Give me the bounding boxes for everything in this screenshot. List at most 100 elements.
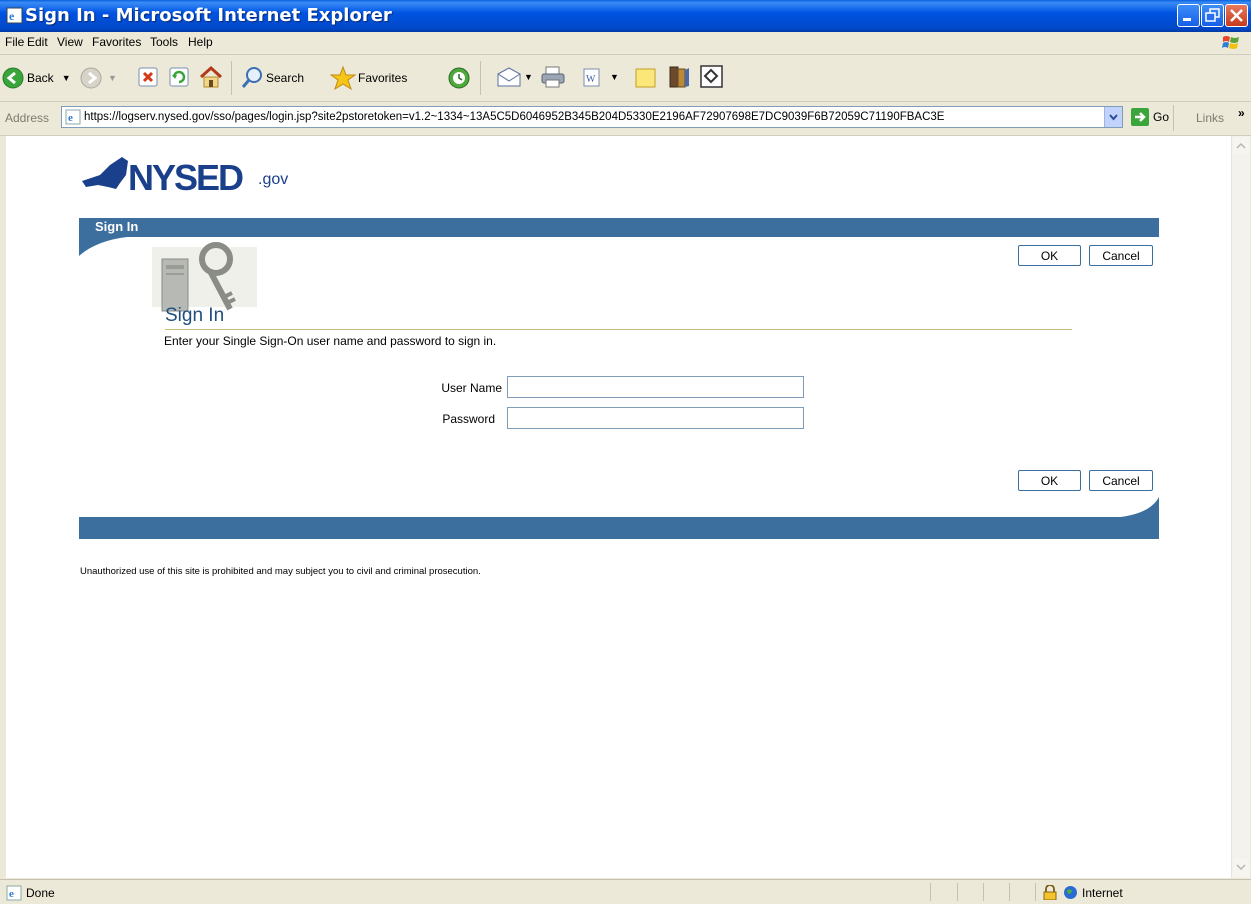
- title-bar: e Sign In - Microsoft Internet Explorer: [0, 0, 1251, 32]
- svg-text:e: e: [68, 112, 73, 124]
- edit-button[interactable]: W ▼: [580, 66, 619, 88]
- svg-text:W: W: [586, 74, 596, 85]
- chevron-down-icon: [1236, 864, 1246, 871]
- band-title: Sign In: [95, 219, 139, 234]
- mail-dropdown-icon[interactable]: ▼: [524, 72, 533, 82]
- favorites-label: Favorites: [358, 71, 408, 85]
- menu-help[interactable]: Help: [188, 35, 213, 49]
- discuss-note-icon[interactable]: [634, 66, 658, 90]
- toolbar-separator: [480, 61, 481, 95]
- back-arrow-icon: [2, 67, 24, 89]
- username-label: User Name: [441, 381, 502, 395]
- chevron-down-icon: [1109, 114, 1118, 121]
- minimize-icon: [1183, 18, 1191, 21]
- edit-dropdown-icon[interactable]: ▼: [610, 72, 619, 82]
- vertical-scrollbar[interactable]: [1231, 136, 1250, 878]
- page-ie-icon: e: [65, 109, 81, 125]
- lock-icon[interactable]: [1043, 885, 1057, 900]
- search-icon: [241, 67, 262, 88]
- back-button[interactable]: Back ▼: [2, 67, 71, 89]
- forward-dropdown-icon[interactable]: ▼: [108, 73, 117, 83]
- address-dropdown-button[interactable]: [1104, 107, 1122, 127]
- svg-text:e: e: [9, 9, 15, 23]
- window-title: Sign In - Microsoft Internet Explorer: [25, 5, 392, 26]
- mail-icon: [497, 67, 521, 87]
- legal-warning: Unauthorized use of this site is prohibi…: [80, 566, 481, 577]
- page-done-icon: e: [6, 885, 22, 901]
- security-zone: Internet: [1082, 886, 1123, 900]
- favorites-button[interactable]: Favorites: [330, 65, 407, 91]
- stop-icon[interactable]: [137, 66, 159, 88]
- ok-button-top[interactable]: OK: [1018, 245, 1081, 266]
- chevron-up-icon: [1236, 142, 1246, 149]
- forward-arrow-icon: [80, 67, 102, 89]
- word-edit-icon: W: [583, 68, 600, 87]
- menu-edit[interactable]: Edit: [27, 35, 48, 49]
- status-separator: [1035, 883, 1036, 901]
- menu-bar: File Edit View Favorites Tools Help: [0, 32, 1251, 55]
- cancel-button-bottom[interactable]: Cancel: [1089, 470, 1153, 491]
- password-input[interactable]: [507, 407, 804, 429]
- nysed-logo: NYSED .gov: [80, 153, 288, 200]
- back-dropdown-icon[interactable]: ▼: [62, 73, 71, 83]
- home-icon[interactable]: [198, 65, 224, 89]
- logo-suffix: .gov: [258, 171, 289, 188]
- minimize-button[interactable]: [1177, 4, 1200, 27]
- title-divider: [165, 329, 1072, 330]
- svg-text:e: e: [9, 888, 14, 900]
- status-separator: [930, 883, 931, 901]
- search-button[interactable]: Search: [240, 66, 304, 90]
- back-label: Back: [27, 71, 54, 85]
- username-input[interactable]: [507, 376, 804, 398]
- band-curve-decoration: [1109, 497, 1159, 518]
- chevron-right-icon[interactable]: »: [1238, 106, 1245, 120]
- favorites-star-icon: [330, 65, 356, 91]
- cancel-button-top[interactable]: Cancel: [1089, 245, 1153, 266]
- links-label[interactable]: Links: [1196, 111, 1224, 125]
- close-button[interactable]: [1225, 4, 1248, 27]
- menu-tools[interactable]: Tools: [150, 35, 178, 49]
- logo-text: NYSED: [128, 157, 244, 198]
- messenger-icon[interactable]: [700, 65, 724, 89]
- scroll-down-button[interactable]: [1233, 859, 1249, 876]
- menu-view[interactable]: View: [57, 35, 83, 49]
- ie-page-icon: e: [6, 7, 23, 24]
- section-title: Sign In: [165, 305, 225, 326]
- restore-button[interactable]: [1201, 4, 1224, 27]
- status-separator: [1009, 883, 1010, 901]
- refresh-icon[interactable]: [168, 66, 190, 88]
- header-band: Sign In: [79, 218, 1159, 237]
- status-text: Done: [26, 886, 55, 900]
- page-viewport: NYSED .gov Sign In OK Cancel Sign In Ent…: [6, 136, 1231, 878]
- close-icon: [1230, 9, 1243, 22]
- password-label: Password: [442, 412, 495, 426]
- toolbar-separator: [231, 61, 232, 95]
- address-label: Address: [5, 111, 50, 125]
- menu-file[interactable]: File: [5, 35, 24, 49]
- windows-flag-icon: [1222, 36, 1239, 49]
- search-label: Search: [266, 71, 305, 85]
- menu-favorites[interactable]: Favorites: [92, 35, 141, 49]
- restore-icon: [1205, 8, 1220, 22]
- history-icon[interactable]: [447, 66, 471, 90]
- instructions-text: Enter your Single Sign-On user name and …: [164, 334, 497, 348]
- status-bar: e Done Internet: [0, 879, 1251, 904]
- status-separator: [957, 883, 958, 901]
- address-input[interactable]: e https://logserv.nysed.gov/sso/pages/lo…: [61, 106, 1123, 128]
- toolbar: Back ▼ ▼ Search Favorites ▼ W ▼: [0, 55, 1251, 102]
- ok-button-bottom[interactable]: OK: [1018, 470, 1081, 491]
- scroll-up-button[interactable]: [1233, 137, 1249, 154]
- globe-icon: [1064, 886, 1077, 899]
- research-icon[interactable]: [666, 64, 692, 90]
- address-separator: [1173, 105, 1174, 131]
- status-separator: [983, 883, 984, 901]
- band-curve-decoration: [79, 236, 139, 256]
- print-icon[interactable]: [540, 65, 566, 89]
- footer-band: [79, 517, 1159, 539]
- mail-button[interactable]: ▼: [496, 66, 533, 88]
- go-button[interactable]: Go: [1131, 108, 1169, 126]
- address-url: https://logserv.nysed.gov/sso/pages/logi…: [84, 111, 945, 123]
- new-york-state-map-icon: [82, 157, 128, 189]
- address-bar: Address e https://logserv.nysed.gov/sso/…: [0, 101, 1251, 136]
- forward-button[interactable]: ▼: [80, 67, 117, 89]
